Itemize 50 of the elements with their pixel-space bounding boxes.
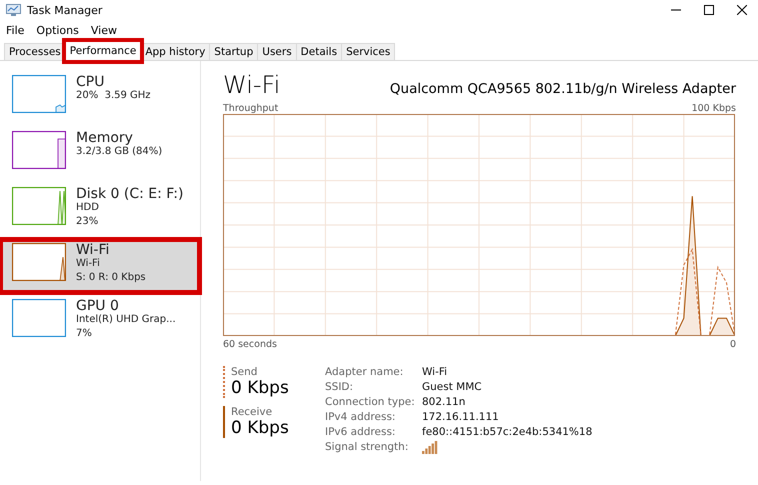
property-value: fe80::4151:b57c:2e4b:5341%18 (422, 426, 592, 438)
time-span-label: 60 seconds (223, 339, 277, 350)
property-value: Wi-Fi (422, 366, 448, 378)
property-value: 802.11n (422, 396, 466, 408)
menu-item[interactable]: View (90, 24, 117, 36)
app-icon (6, 4, 21, 16)
resource-name: Memory (76, 131, 133, 145)
section-title: Wi-Fi (223, 71, 280, 99)
resource-detail: 7% (76, 327, 93, 341)
property-label: Signal strength: (325, 441, 410, 455)
sidebar-item[interactable]: GPU 0 Intel(R) UHD Grap... 7% (0, 295, 200, 349)
tab[interactable]: Startup (209, 43, 258, 60)
property-label: Adapter name: (325, 366, 404, 378)
graph-label: Throughput (223, 103, 278, 114)
resource-detail: 23% (76, 215, 100, 229)
resource-detail: 3.2/3.8 GB (84%) (76, 145, 162, 159)
max-label: 100 Kbps (692, 103, 736, 114)
signal-strength-icon (422, 441, 438, 454)
menu-item[interactable]: Options (36, 24, 79, 36)
min-label: 0 (730, 339, 736, 350)
resource-name: Wi-Fi (76, 243, 110, 257)
sidebar-item[interactable]: CPU 20% 3.59 GHz (0, 71, 200, 125)
adapter-name: Qualcomm QCA9565 802.11b/g/n Wireless Adapter (390, 81, 736, 97)
tab[interactable]: Services (341, 43, 396, 60)
resource-detail: HDD (76, 201, 100, 215)
resource-name: Disk 0 (C: E: F:) (76, 187, 184, 201)
stat-label: Send (231, 366, 258, 378)
resource-name: GPU 0 (76, 299, 120, 313)
tab[interactable]: Performance (64, 41, 142, 61)
resource-detail: Intel(R) UHD Grap... (76, 313, 176, 327)
property-label: IPv6 address: (325, 426, 396, 438)
resource-detail: S: 0 R: 0 Kbps (76, 271, 146, 285)
menu-item[interactable]: File (6, 24, 24, 36)
sidebar-item[interactable]: Disk 0 (C: E: F:) HDD 23% (0, 183, 200, 237)
property-value: Guest MMC (422, 381, 483, 393)
tab[interactable]: Details (296, 43, 342, 60)
stat-label: Receive (231, 406, 274, 418)
maximize-icon (704, 5, 714, 15)
sidebar-item[interactable]: Wi-Fi Wi-Fi S: 0 R: 0 Kbps (0, 239, 200, 293)
property-label: Connection type: (325, 396, 416, 408)
sidebar-item[interactable]: Memory 3.2/3.8 GB (84%) (0, 127, 200, 181)
property-value: 172.16.11.111 (422, 411, 500, 423)
resource-detail: 20% 3.59 GHz (76, 89, 151, 103)
window-title: Task Manager (27, 4, 104, 16)
tab[interactable]: Users (257, 43, 297, 60)
close-icon (736, 5, 746, 15)
property-label: SSID: (325, 381, 354, 393)
resource-detail: Wi-Fi (76, 257, 101, 271)
property-label: IPv4 address: (325, 411, 396, 423)
resource-name: CPU (76, 75, 106, 89)
